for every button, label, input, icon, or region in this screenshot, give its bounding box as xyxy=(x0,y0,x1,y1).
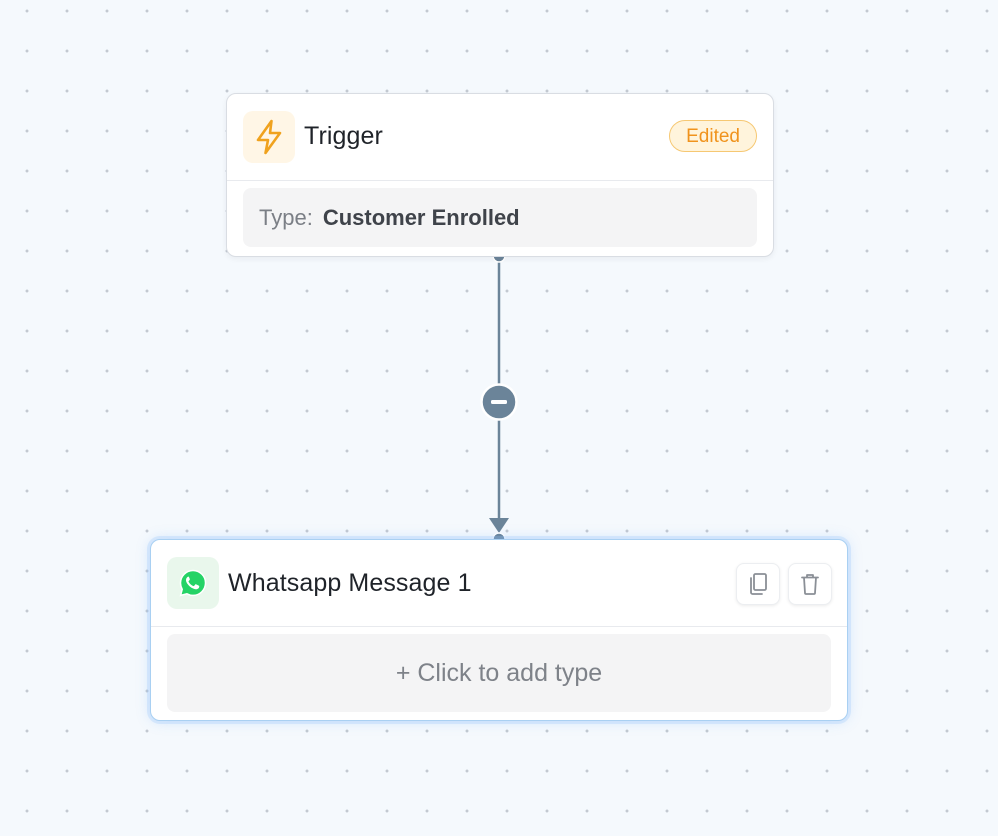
delete-node-button[interactable] xyxy=(788,563,832,605)
connector-arrow xyxy=(489,518,509,533)
whatsapp-node-header: Whatsapp Message 1 xyxy=(151,540,847,627)
trigger-node-header: Trigger Edited xyxy=(227,94,773,181)
trigger-type-field[interactable]: Type: Customer Enrolled xyxy=(243,188,757,247)
type-value: Customer Enrolled xyxy=(322,204,520,230)
remove-edge-button[interactable] xyxy=(480,383,518,421)
whatsapp-node-title: Whatsapp Message 1 xyxy=(228,569,472,597)
whatsapp-message-node[interactable]: Whatsapp Message 1 + Click to add type xyxy=(150,539,848,721)
trash-icon xyxy=(801,574,819,595)
copy-icon xyxy=(750,573,767,595)
trigger-icon-container xyxy=(243,111,295,163)
trigger-title: Trigger xyxy=(304,122,383,150)
type-label: Type: xyxy=(259,204,313,230)
trigger-node[interactable]: Trigger Edited Type: Customer Enrolled xyxy=(226,93,774,257)
workflow-canvas[interactable]: Trigger Edited Type: Customer Enrolled W… xyxy=(0,0,998,836)
copy-node-button[interactable] xyxy=(736,563,780,605)
lightning-bolt-icon xyxy=(256,119,282,155)
edited-badge: Edited xyxy=(669,120,757,152)
add-type-button[interactable]: + Click to add type xyxy=(167,634,831,712)
whatsapp-icon xyxy=(179,569,207,597)
whatsapp-icon-container xyxy=(167,557,219,609)
minus-icon xyxy=(491,400,507,404)
